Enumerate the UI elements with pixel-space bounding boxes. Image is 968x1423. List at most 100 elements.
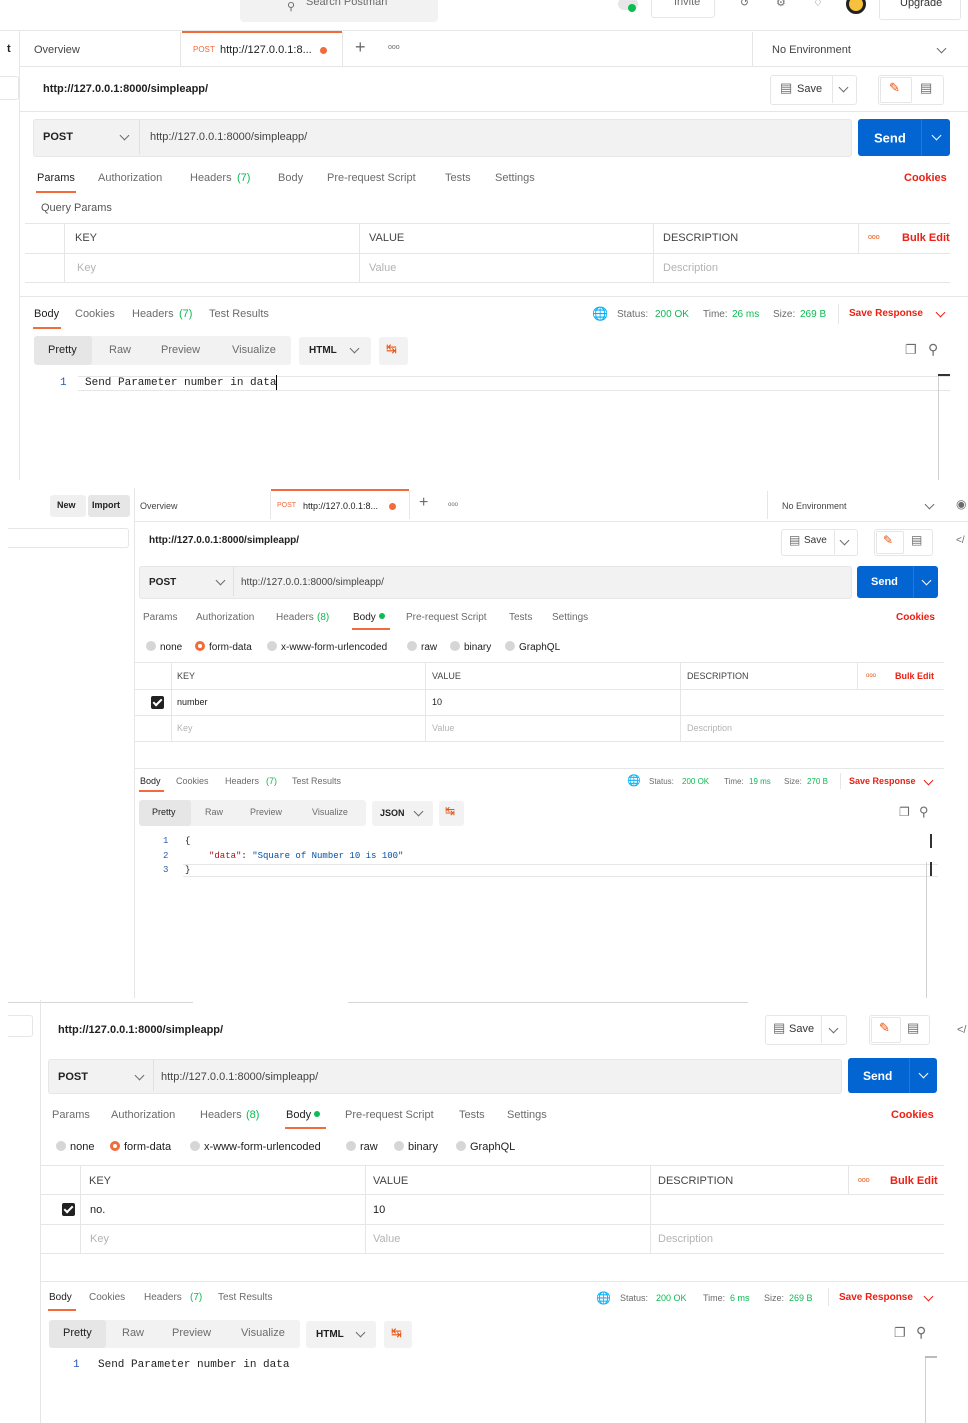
chevron-down-icon[interactable] [923, 1291, 934, 1302]
description-input[interactable]: Description [663, 262, 718, 274]
chevron-down-icon[interactable] [924, 499, 935, 510]
body-type-none[interactable]: none [56, 1141, 94, 1153]
tab-body[interactable]: Body [278, 172, 303, 184]
resp-tab-test-results[interactable]: Test Results [218, 1292, 272, 1303]
more-options-icon[interactable]: ooo [858, 1177, 870, 1184]
row-value[interactable]: 10 [432, 697, 442, 707]
tab-settings[interactable]: Settings [507, 1109, 547, 1121]
tab-params[interactable]: Params [52, 1109, 90, 1121]
tab-params[interactable]: Params [37, 172, 75, 184]
radio-form-data[interactable] [110, 1141, 120, 1151]
resp-tab-body[interactable]: Body [34, 308, 59, 320]
tab-headers[interactable]: Headers [200, 1109, 242, 1121]
tab-request-url[interactable]: http://127.0.0.1:8... [220, 44, 312, 56]
send-button[interactable]: Send [858, 119, 950, 156]
url-input[interactable]: http://127.0.0.1:8000/simpleapp/ [150, 131, 307, 143]
comment-icon[interactable]: ▤ [907, 1020, 919, 1036]
send-button[interactable]: Send [848, 1058, 937, 1093]
tab-prerequest-script[interactable]: Pre-request Script [327, 172, 416, 184]
pencil-icon[interactable]: ✎ [889, 80, 900, 96]
view-pretty[interactable]: Pretty [63, 1327, 92, 1339]
view-raw[interactable]: Raw [122, 1327, 144, 1339]
view-visualize[interactable]: Visualize [312, 807, 348, 817]
resp-tab-headers[interactable]: Headers [144, 1292, 182, 1303]
tab-prerequest-script[interactable]: Pre-request Script [345, 1109, 434, 1121]
url-input[interactable]: http://127.0.0.1:8000/simpleapp/ [241, 577, 384, 588]
pencil-icon[interactable]: ✎ [883, 533, 893, 547]
body-type-raw[interactable]: raw [346, 1141, 378, 1153]
tab-tests[interactable]: Tests [509, 612, 532, 623]
resp-tab-cookies[interactable]: Cookies [89, 1292, 125, 1303]
tab-authorization[interactable]: Authorization [196, 612, 254, 623]
send-options[interactable] [909, 1058, 938, 1093]
sidebar-search[interactable] [0, 76, 19, 100]
body-type-binary[interactable]: binary [394, 1141, 438, 1153]
send-options[interactable] [913, 566, 939, 598]
view-preview[interactable]: Preview [161, 344, 200, 356]
description-input[interactable]: Description [687, 723, 732, 733]
tab-overview[interactable]: Overview [140, 501, 178, 511]
value-input[interactable]: Value [373, 1233, 400, 1245]
cookies-link[interactable]: Cookies [896, 612, 935, 623]
save-response-button[interactable]: Save Response [849, 776, 916, 786]
row-value[interactable]: 10 [373, 1204, 385, 1216]
tab-authorization[interactable]: Authorization [98, 172, 162, 184]
notifications-icon[interactable]: ♢ [813, 0, 823, 9]
bulk-edit-link[interactable]: Bulk Edit [902, 232, 950, 244]
body-type-graphql[interactable]: GraphQL [505, 641, 560, 653]
send-button[interactable]: Send [857, 566, 938, 598]
tab-settings[interactable]: Settings [552, 612, 588, 623]
radio-raw[interactable] [407, 641, 417, 651]
radio-urlencoded[interactable] [267, 641, 277, 651]
resp-tab-test-results[interactable]: Test Results [292, 776, 341, 786]
send-options[interactable] [921, 119, 951, 156]
resp-tab-cookies[interactable]: Cookies [176, 776, 209, 786]
resp-tab-body[interactable]: Body [140, 776, 161, 786]
resp-tab-cookies[interactable]: Cookies [75, 308, 115, 320]
radio-graphql[interactable] [505, 641, 515, 651]
view-pretty[interactable]: Pretty [48, 344, 77, 356]
tab-tests[interactable]: Tests [459, 1109, 485, 1121]
method-select[interactable]: POST [58, 1071, 88, 1083]
key-input[interactable]: Key [177, 723, 193, 733]
editor-scroll-thumb[interactable] [938, 374, 950, 376]
editor-scrollbar[interactable] [926, 862, 927, 998]
row-checkbox[interactable] [62, 1203, 75, 1216]
sidebar-search[interactable] [8, 1015, 33, 1037]
editor-scrollbar[interactable] [925, 1358, 926, 1423]
chevron-down-icon[interactable] [936, 43, 947, 54]
chevron-down-icon[interactable] [923, 775, 934, 786]
url-input[interactable]: http://127.0.0.1:8000/simpleapp/ [161, 1071, 318, 1083]
code-line[interactable]: Send Parameter number in data [85, 377, 276, 389]
view-raw[interactable]: Raw [109, 344, 131, 356]
code-snippet-icon[interactable]: </ [957, 1024, 966, 1036]
radio-urlencoded[interactable] [190, 1141, 200, 1151]
editor-scrollbar[interactable] [938, 376, 939, 480]
body-type-urlencoded[interactable]: x-www-form-urlencoded [267, 641, 387, 653]
tab-request-url[interactable]: http://127.0.0.1:8... [303, 501, 378, 511]
comment-icon[interactable]: ▤ [911, 533, 922, 547]
tab-overview[interactable]: Overview [34, 44, 80, 56]
description-input[interactable]: Description [658, 1233, 713, 1245]
method-select[interactable]: POST [149, 577, 176, 588]
copy-icon[interactable]: ❐ [905, 342, 917, 358]
json-line[interactable]: "data": "Square of Number 10 is 100" [209, 851, 403, 861]
body-type-urlencoded[interactable]: x-www-form-urlencoded [190, 1141, 321, 1153]
save-response-button[interactable]: Save Response [839, 1292, 913, 1303]
view-pretty[interactable]: Pretty [152, 807, 176, 817]
value-input[interactable]: Value [432, 723, 454, 733]
radio-form-data[interactable] [195, 641, 205, 651]
code-line[interactable]: Send Parameter number in data [98, 1359, 289, 1371]
new-tab-plus-icon[interactable]: + [419, 494, 428, 512]
copy-icon[interactable]: ❐ [894, 1325, 906, 1341]
environment-selector[interactable]: No Environment [782, 501, 847, 511]
tab-headers[interactable]: Headers [190, 172, 232, 184]
tab-body[interactable]: Body [286, 1109, 321, 1121]
view-visualize[interactable]: Visualize [232, 344, 276, 356]
radio-binary[interactable] [394, 1141, 404, 1151]
view-preview[interactable]: Preview [250, 807, 282, 817]
value-input[interactable]: Value [369, 262, 396, 274]
bulk-edit-link[interactable]: Bulk Edit [895, 671, 934, 681]
row-key[interactable]: no. [90, 1204, 105, 1216]
environment-selector[interactable]: No Environment [772, 44, 851, 56]
